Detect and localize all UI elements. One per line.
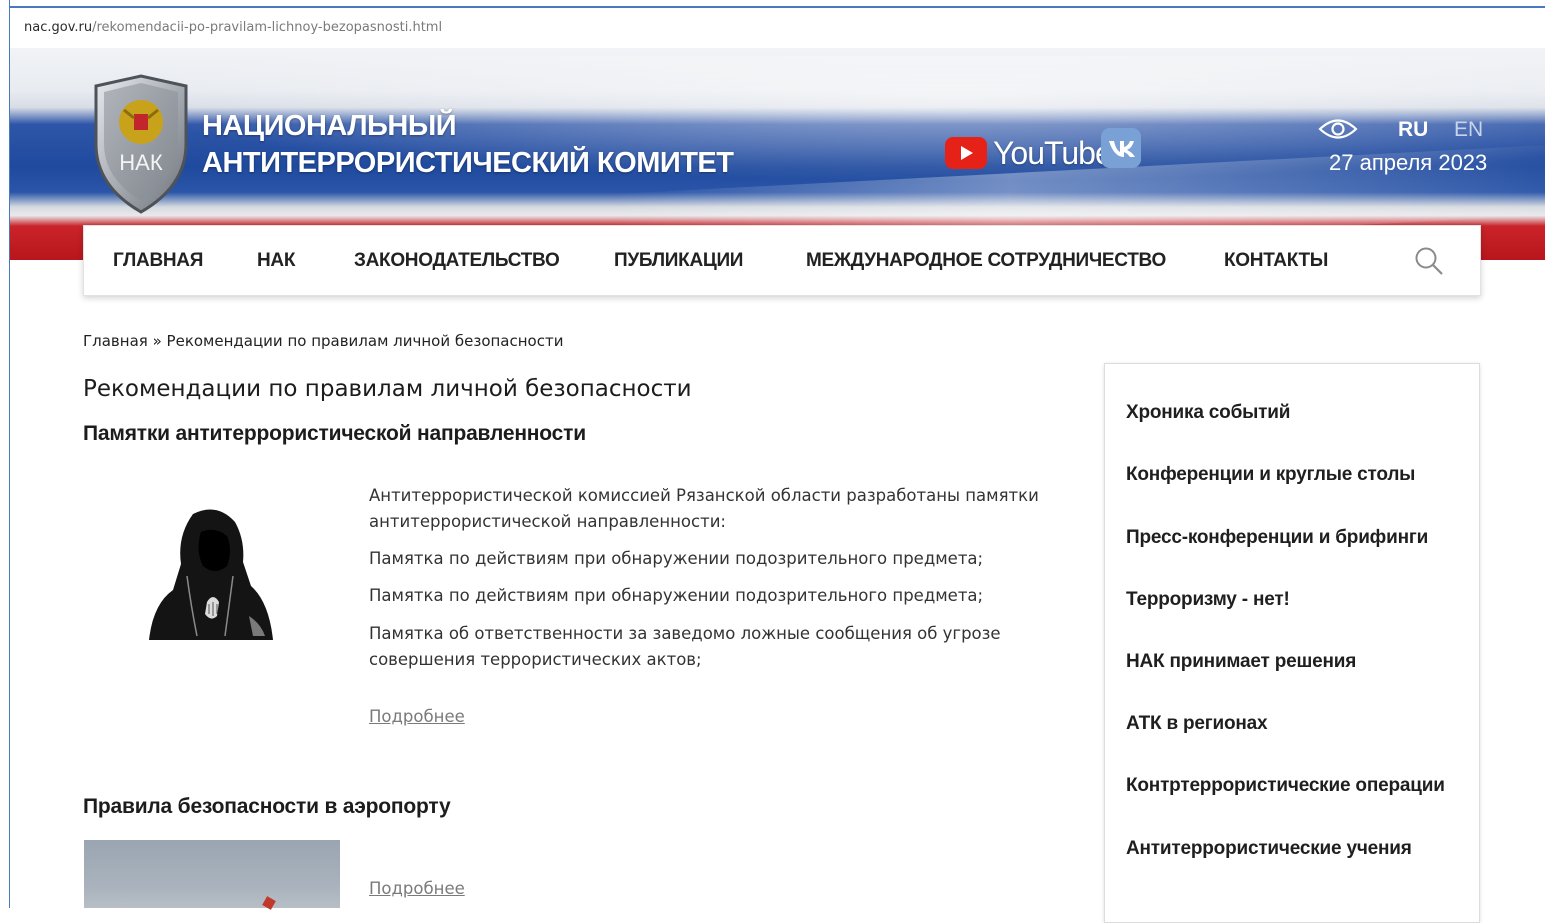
nav-item-legislation[interactable]: ЗАКОНОДАТЕЛЬСТВО	[354, 226, 560, 295]
memo-link-3[interactable]: Памятка об ответственности за заведомо л…	[369, 621, 1049, 673]
hooded-figure-image	[149, 509, 273, 640]
svg-text:НАК: НАК	[119, 150, 163, 175]
window-frame-left	[0, 0, 10, 908]
page-title: Рекомендации по правилам личной безопасн…	[83, 376, 692, 402]
breadcrumb: Главная » Рекомендации по правилам лично…	[83, 332, 563, 350]
url-domain: nac.gov.ru	[24, 20, 93, 35]
sidebar-item-no-terrorism[interactable]: Терроризму - нет!	[1126, 589, 1290, 611]
nav-item-international[interactable]: МЕЖДУНАРОДНОЕ СОТРУДНИЧЕСТВО	[806, 226, 1166, 295]
site-title[interactable]: НАЦИОНАЛЬНЫЙ АНТИТЕРРОРИСТИЧЕСКИЙ КОМИТЕ…	[202, 108, 734, 182]
vk-icon[interactable]	[1101, 128, 1141, 168]
article-intro: Антитеррористической комиссией Рязанской…	[369, 486, 1039, 531]
nak-emblem-logo[interactable]: НАК	[88, 74, 194, 214]
site-title-line2: АНТИТЕРРОРИСТИЧЕСКИЙ КОМИТЕТ	[202, 147, 734, 179]
more-link-memos[interactable]: Подробнее	[369, 707, 465, 726]
site-title-line1: НАЦИОНАЛЬНЫЙ	[202, 110, 457, 142]
lang-en-link[interactable]: EN	[1454, 118, 1483, 142]
breadcrumb-current: Рекомендации по правилам личной безопасн…	[166, 332, 564, 350]
url-path: /rekomendacii-po-pravilam-lichnoy-bezopa…	[92, 20, 443, 35]
sidebar-menu: Хроника событий Конференции и круглые ст…	[1104, 363, 1480, 923]
youtube-link[interactable]: YouTube	[945, 134, 1113, 171]
eye-icon[interactable]	[1318, 116, 1358, 142]
youtube-label: YouTube	[993, 134, 1113, 171]
nav-item-home[interactable]: ГЛАВНАЯ	[113, 226, 203, 295]
address-bar[interactable]: nac.gov.ru/rekomendacii-po-pravilam-lich…	[10, 8, 1545, 48]
section-title-airport[interactable]: Правила безопасности в аэропорту	[83, 795, 451, 819]
breadcrumb-home-link[interactable]: Главная	[83, 332, 148, 350]
lang-ru-link[interactable]: RU	[1398, 118, 1428, 142]
sidebar-item-decisions[interactable]: НАК принимает решения	[1126, 651, 1356, 673]
sidebar-item-atk-regions[interactable]: АТК в регионах	[1126, 713, 1268, 735]
main-nav: ГЛАВНАЯ НАК ЗАКОНОДАТЕЛЬСТВО ПУБЛИКАЦИИ …	[83, 225, 1481, 296]
search-icon[interactable]	[1414, 246, 1444, 276]
nav-item-publications[interactable]: ПУБЛИКАЦИИ	[614, 226, 743, 295]
memo-link-1[interactable]: Памятка по действиям при обнаружении под…	[369, 546, 1049, 572]
current-date: 27 апреля 2023	[1329, 150, 1488, 175]
more-link-airport[interactable]: Подробнее	[369, 879, 465, 898]
breadcrumb-separator: »	[152, 332, 162, 350]
nav-item-contacts[interactable]: КОНТАКТЫ	[1224, 226, 1328, 295]
sidebar-item-events[interactable]: Хроника событий	[1126, 402, 1290, 424]
sidebar-item-conferences[interactable]: Конференции и круглые столы	[1126, 464, 1415, 486]
airport-image[interactable]	[84, 840, 340, 908]
nav-item-nak[interactable]: НАК	[257, 226, 295, 295]
sidebar-item-press[interactable]: Пресс-конференции и брифинги	[1126, 527, 1428, 549]
memo-link-2[interactable]: Памятка по действиям при обнаружении под…	[369, 583, 1049, 609]
sidebar-item-exercises[interactable]: Антитеррористические учения	[1126, 838, 1412, 860]
vk-logo-icon	[1101, 128, 1141, 168]
section-title-memos[interactable]: Памятки антитеррористической направленно…	[83, 422, 586, 446]
sidebar-item-ct-operations[interactable]: Контртеррористические операции	[1126, 775, 1445, 797]
youtube-play-icon	[945, 137, 987, 169]
